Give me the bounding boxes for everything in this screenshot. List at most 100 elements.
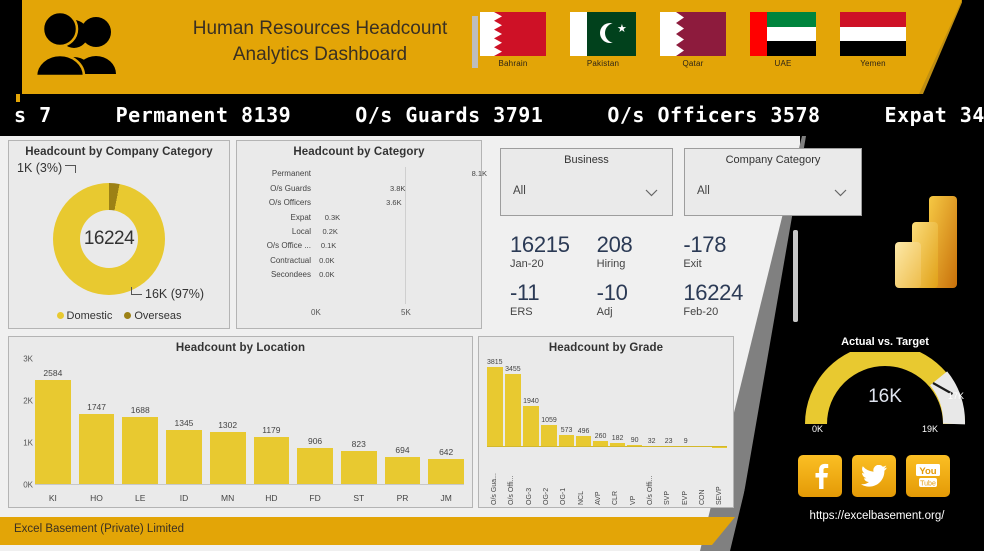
chart-title: Headcount by Category bbox=[293, 146, 425, 158]
chart-title: Headcount by Company Category bbox=[25, 146, 213, 158]
donut-legend[interactable]: Domestic Overseas bbox=[9, 310, 229, 322]
kpi-value: 208 bbox=[596, 232, 633, 257]
column-bar[interactable] bbox=[523, 405, 539, 447]
column-bar[interactable] bbox=[209, 431, 246, 485]
bar-row: Secondees 0.0K bbox=[245, 268, 475, 282]
kpi-row: -11 ERS -10 Adj 16224 Feb-20 bbox=[510, 280, 770, 318]
column-bar[interactable] bbox=[253, 437, 290, 485]
facebook-button[interactable] bbox=[798, 455, 842, 497]
bar-label: O/s Guards bbox=[270, 183, 311, 193]
column-item[interactable]: 496 bbox=[576, 359, 591, 447]
kpi-card-hiring[interactable]: 208 Hiring bbox=[597, 232, 684, 270]
chart-headcount-by-grade[interactable]: Headcount by Grade 3815 3455 1940 1059 5… bbox=[478, 336, 734, 508]
column-bar[interactable] bbox=[122, 416, 159, 485]
column-item[interactable]: 906 bbox=[297, 363, 333, 485]
kpi-card-adj[interactable]: -10 Adj bbox=[597, 280, 684, 318]
column-item[interactable]: 1688 bbox=[122, 363, 159, 485]
kpi-card-ers[interactable]: -11 ERS bbox=[510, 280, 597, 318]
column-item[interactable]: 1059 bbox=[541, 359, 557, 447]
svg-text:You: You bbox=[919, 466, 936, 477]
column-item[interactable]: 32 bbox=[644, 359, 659, 447]
column-item[interactable]: 3815 bbox=[487, 359, 503, 447]
column-bar[interactable] bbox=[428, 458, 465, 485]
column-bar[interactable] bbox=[166, 430, 202, 485]
bar-value: 0.2K bbox=[322, 226, 338, 236]
kpi-label: Adj bbox=[596, 306, 613, 318]
legend-item-overseas[interactable]: Overseas bbox=[124, 310, 181, 322]
flag-item-qatar[interactable]: Qatar bbox=[660, 12, 726, 68]
youtube-button[interactable]: You Tube bbox=[906, 455, 950, 497]
chart-y-axis: 0K 1K 2K 3K bbox=[13, 355, 33, 490]
column-bar[interactable] bbox=[78, 414, 115, 485]
column-item[interactable]: 642 bbox=[428, 363, 465, 485]
axis-tick: LE bbox=[135, 493, 146, 503]
column-bar[interactable] bbox=[340, 451, 377, 485]
column-item[interactable]: 1747 bbox=[78, 363, 115, 485]
column-item[interactable]: 1940 bbox=[523, 359, 539, 447]
column-item[interactable]: 3455 bbox=[505, 359, 521, 447]
column-bar[interactable] bbox=[35, 380, 71, 485]
column-item[interactable]: 694 bbox=[384, 363, 421, 485]
column-item[interactable]: 182 bbox=[610, 359, 625, 447]
flag-item-pakistan[interactable]: ★ Pakistan bbox=[570, 12, 636, 68]
column-item[interactable] bbox=[712, 359, 727, 447]
column-item[interactable]: 1302 bbox=[209, 363, 246, 485]
gauge-max-label: 19K bbox=[922, 424, 939, 434]
column-item[interactable]: 9 bbox=[678, 359, 693, 447]
kpi-label: Hiring bbox=[596, 258, 626, 270]
column-bar[interactable] bbox=[384, 456, 421, 485]
kpi-card-feb20[interactable]: 16224 Feb-20 bbox=[683, 280, 770, 318]
kpi-scrollbar[interactable] bbox=[793, 230, 798, 322]
gauge-title: Actual vs. Target bbox=[841, 336, 929, 348]
axis-tick: FD bbox=[309, 493, 321, 503]
flag-item-bahrain[interactable]: Bahrain bbox=[480, 12, 546, 68]
column-bar[interactable] bbox=[505, 373, 521, 447]
legend-item-domestic[interactable]: Domestic bbox=[56, 310, 112, 322]
column-item[interactable]: 90 bbox=[627, 359, 642, 447]
column-item[interactable]: 573 bbox=[559, 359, 574, 447]
donut-center-total: 16224 bbox=[80, 210, 138, 268]
chart-headcount-by-category[interactable]: Headcount by Category Permanent 8.1K O/s … bbox=[236, 140, 487, 329]
column-bar[interactable] bbox=[541, 424, 557, 447]
column-item[interactable]: 23 bbox=[661, 359, 676, 447]
column-bar[interactable] bbox=[487, 367, 503, 447]
bar-row: Local 0.2K bbox=[245, 225, 475, 239]
donut-chart[interactable]: 1K (3%) 16224 16K (97%) bbox=[17, 161, 204, 301]
kpi-card-jan20[interactable]: 16215 Jan-20 bbox=[510, 232, 597, 270]
flag-label: Qatar bbox=[682, 59, 704, 68]
column-value: 1940 bbox=[523, 397, 539, 405]
column-value: 823 bbox=[351, 439, 366, 450]
ticker-item: O/s Officers 3578 bbox=[607, 103, 821, 127]
chart-headcount-by-company-category[interactable]: Headcount by Company Category 1K (3%) 16… bbox=[8, 140, 230, 329]
axis-tick: CLR bbox=[612, 490, 620, 505]
slicer-title: Company Category bbox=[725, 154, 821, 166]
column-item[interactable]: 260 bbox=[593, 359, 608, 447]
slicer-business[interactable]: Business All bbox=[500, 148, 673, 216]
column-item[interactable]: 1345 bbox=[166, 363, 202, 485]
column-value: 1345 bbox=[174, 418, 194, 429]
chevron-down-icon[interactable] bbox=[645, 189, 658, 197]
kpi-card-exit[interactable]: -178 Exit bbox=[683, 232, 770, 270]
column-item[interactable]: 823 bbox=[340, 363, 377, 485]
column-value: 3455 bbox=[505, 365, 521, 373]
chart-headcount-by-location[interactable]: Headcount by Location 0K 1K 2K 3K 2584 1… bbox=[8, 336, 473, 508]
flag-item-yemen[interactable]: Yemen bbox=[840, 12, 906, 68]
column-item[interactable]: 1179 bbox=[253, 363, 290, 485]
website-url[interactable]: https://excelbasement.org/ bbox=[770, 510, 984, 522]
bar-value: 3.6K bbox=[386, 198, 402, 208]
chart-x-axis: 0K 5K bbox=[311, 308, 475, 320]
column-item[interactable]: 2584 bbox=[35, 363, 71, 485]
bar-row: Contractual 0.0K bbox=[245, 253, 475, 267]
column-item[interactable] bbox=[695, 359, 710, 447]
kpi-value: 16215 bbox=[510, 232, 570, 257]
kpi-row: 16215 Jan-20 208 Hiring -178 Exit bbox=[510, 232, 770, 270]
slicer-company-category[interactable]: Company Category All bbox=[684, 148, 862, 216]
column-bar[interactable] bbox=[297, 448, 333, 485]
page-title-line2: Analytics Dashboard bbox=[232, 44, 408, 65]
column-value: 642 bbox=[439, 446, 454, 457]
twitter-button[interactable] bbox=[852, 455, 896, 497]
flag-item-uae[interactable]: UAE bbox=[750, 12, 816, 68]
chevron-down-icon[interactable] bbox=[834, 189, 847, 197]
axis-tick: O/s Gua... bbox=[490, 473, 498, 505]
column-value: 260 bbox=[594, 433, 607, 441]
